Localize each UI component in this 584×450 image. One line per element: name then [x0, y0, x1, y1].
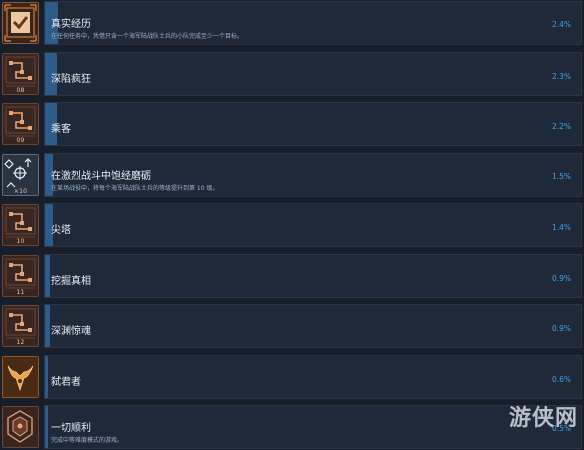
- map-nodes-icon: 11: [2, 255, 39, 297]
- achievement-title: 挖掘真相: [51, 276, 91, 287]
- horned-crest-icon: [2, 356, 39, 398]
- unlock-percentage: 2.4%: [551, 20, 571, 29]
- achievement-row[interactable]: 11 挖掘真相 0.9%: [0, 253, 584, 299]
- icon-badge-number: 11: [16, 289, 25, 296]
- achievement-title: 在激烈战斗中饱经磨砺: [51, 171, 151, 182]
- emblem-icon: [2, 406, 39, 448]
- checkmark-frame-icon: [2, 2, 39, 44]
- site-watermark: 游侠网: [508, 405, 578, 431]
- unlock-percentage: 0.6%: [551, 375, 571, 384]
- unlock-progress-bar: [45, 356, 49, 398]
- achievement-description: 在某场战役中，将每个海军陆战队士兵的等级提升到第 10 级。: [51, 185, 219, 192]
- icon-badge-number: 09: [16, 137, 25, 144]
- achievement-row[interactable]: ×10 在激烈战斗中饱经磨砺在某场战役中，将每个海军陆战队士兵的等级提升到第 10…: [0, 152, 584, 198]
- achievement-card: 尖塔 1.4%: [44, 203, 582, 247]
- achievement-row[interactable]: 12 深渊惊魂 0.9%: [0, 303, 584, 349]
- achievement-row[interactable]: 真实经历在任何任务中，凭借只含一个海军陆战队士兵的小队完成至少一个目标。 2.4%: [0, 0, 584, 46]
- unlock-progress-bar: [45, 255, 50, 297]
- achievement-title: 真实经历: [51, 19, 91, 30]
- squad-rank-icon: ×10: [2, 154, 39, 196]
- achievement-card: 在激烈战斗中饱经磨砺在某场战役中，将每个海军陆战队士兵的等级提升到第 10 级。…: [44, 153, 582, 197]
- unlock-percentage: 1.5%: [551, 172, 571, 181]
- achievement-title: 弑君者: [51, 377, 81, 388]
- achievement-card: 深陷疯狂 2.3%: [44, 52, 582, 96]
- achievement-row[interactable]: 09 乘客 2.2%: [0, 101, 584, 147]
- unlock-percentage: 2.3%: [551, 72, 571, 81]
- achievement-title: 乘客: [51, 124, 71, 135]
- achievement-card: 弑君者 0.6%: [44, 355, 582, 399]
- achievement-card: 挖掘真相 0.9%: [44, 254, 582, 298]
- achievement-list: 真实经历在任何任务中，凭借只含一个海军陆战队士兵的小队完成至少一个目标。 2.4%…: [0, 0, 584, 449]
- map-nodes-icon: 12: [2, 305, 39, 347]
- achievement-row[interactable]: 10 尖塔 1.4%: [0, 202, 584, 248]
- achievement-title: 尖塔: [51, 225, 71, 236]
- unlock-percentage: 0.9%: [551, 274, 571, 283]
- achievement-title: 一切顺利: [51, 423, 91, 434]
- icon-badge-number: 08: [16, 87, 25, 94]
- map-nodes-icon: 09: [2, 103, 39, 145]
- unlock-percentage: 1.4%: [551, 223, 571, 232]
- icon-badge-number: 10: [16, 238, 25, 245]
- unlock-progress-bar: [45, 305, 50, 347]
- achievement-row[interactable]: 08 深陷疯狂 2.3%: [0, 51, 584, 97]
- achievement-row[interactable]: 弑君者 0.6%: [0, 354, 584, 400]
- achievement-title: 深渊惊魂: [51, 326, 91, 337]
- achievement-card: 真实经历在任何任务中，凭借只含一个海军陆战队士兵的小队完成至少一个目标。 2.4%: [44, 1, 582, 45]
- achievement-card: 一切顺利 完成中等难度模式的游戏。 0.5%: [44, 405, 582, 449]
- achievement-card: 乘客 2.2%: [44, 102, 582, 146]
- achievement-card: 深渊惊魂 0.9%: [44, 304, 582, 348]
- map-nodes-icon: 10: [2, 204, 39, 246]
- unlock-progress-bar: [45, 406, 48, 448]
- unlock-percentage: 2.2%: [551, 122, 571, 131]
- achievement-description: 在任何任务中，凭借只含一个海军陆战队士兵的小队完成至少一个目标。: [51, 33, 244, 40]
- unlock-percentage: 0.9%: [551, 324, 571, 333]
- icon-badge-number: ×10: [13, 188, 28, 195]
- achievement-row[interactable]: 一切顺利 完成中等难度模式的游戏。 0.5%: [0, 404, 584, 450]
- achievement-title: 深陷疯狂: [51, 74, 91, 85]
- map-nodes-icon: 08: [2, 53, 39, 95]
- icon-badge-number: 12: [16, 339, 25, 346]
